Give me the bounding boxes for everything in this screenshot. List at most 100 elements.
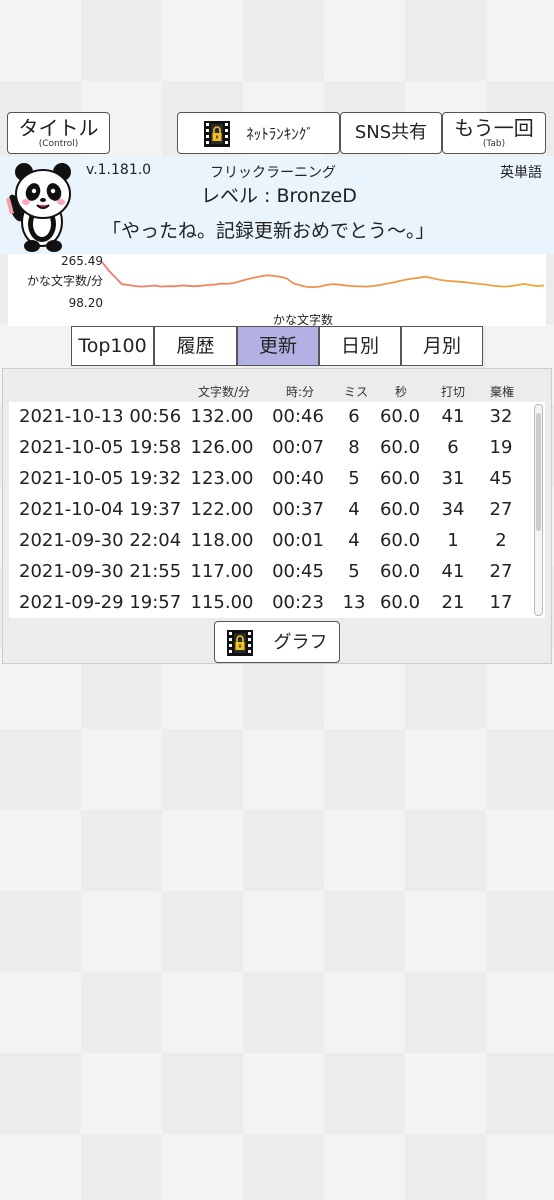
cell-abandon: 19 (489, 437, 513, 458)
cell-cut: 31 (441, 468, 465, 489)
cell-date: 2021-09-29 19:57 (19, 592, 182, 613)
table-row[interactable]: 2021-09-30 22:04 118.00 00:01 4 60.0 1 2 (9, 526, 545, 557)
col-header-abandon: 棄権 (489, 385, 515, 399)
chart-y-min-label: 98.20 (68, 296, 103, 310)
col-header-miss: ミス (343, 385, 369, 399)
tab-monthly[interactable]: 月別 (401, 326, 483, 366)
sns-share-button[interactable]: SNS共有 (340, 112, 442, 154)
cell-time: 00:01 (272, 530, 324, 551)
retry-button-shortcut: (Tab) (482, 139, 506, 149)
cell-miss: 6 (348, 406, 360, 427)
cell-sec: 60.0 (379, 561, 421, 582)
game-title-text: フリックラーニング (210, 165, 336, 181)
title-button[interactable]: タイトル (Control) (7, 112, 110, 154)
cell-cut: 41 (441, 406, 465, 427)
cell-miss: 5 (348, 561, 360, 582)
chart-y-max-label: 265.49 (61, 254, 103, 268)
table-row[interactable]: 2021-10-05 19:58 126.00 00:07 8 60.0 6 19 (9, 433, 545, 464)
scrollbar-thumb[interactable] (536, 413, 541, 531)
chart-series-line (102, 261, 545, 289)
title-button-label: タイトル (18, 116, 99, 140)
col-header-cpm: 文字数/分 (197, 385, 251, 399)
cell-abandon: 45 (489, 468, 513, 489)
cell-miss: 4 (348, 499, 360, 520)
table-row[interactable]: 2021-10-04 19:37 122.00 00:37 4 60.0 34 27 (9, 495, 545, 526)
cell-cpm: 126.00 (190, 437, 254, 458)
col-header-cut: 打切 (440, 385, 466, 399)
tab-updates[interactable]: 更新 (237, 326, 319, 366)
cell-cpm: 132.00 (190, 406, 254, 427)
cell-time: 00:07 (272, 437, 324, 458)
records-scrollbar[interactable] (534, 404, 543, 616)
cell-abandon: 2 (495, 530, 507, 551)
locked-video-icon (227, 629, 254, 656)
cell-sec: 60.0 (379, 530, 421, 551)
cell-cut: 41 (441, 561, 465, 582)
retry-button-label: もう一回 (454, 116, 534, 140)
cell-date: 2021-09-30 21:55 (19, 561, 182, 582)
tab-history[interactable]: 履歴 (154, 326, 237, 366)
tab-top100-label: Top100 (78, 335, 147, 357)
cell-time: 00:23 (272, 592, 324, 613)
cell-sec: 60.0 (379, 468, 421, 489)
cell-miss: 8 (348, 437, 360, 458)
cell-cut: 34 (441, 499, 465, 520)
sns-share-label: SNS共有 (354, 122, 428, 143)
cell-date: 2021-10-04 19:37 (19, 499, 182, 520)
cell-abandon: 27 (489, 499, 513, 520)
table-row[interactable]: 2021-09-29 19:57 115.00 00:23 13 60.0 21 17 (9, 588, 545, 618)
tab-updates-label: 更新 (258, 335, 297, 357)
cell-cut: 6 (447, 437, 459, 458)
tab-monthly-label: 月別 (422, 335, 461, 357)
table-row[interactable]: 2021-10-13 00:56 132.00 00:46 6 60.0 41 32 (9, 402, 545, 433)
cell-sec: 60.0 (379, 406, 421, 427)
result-header: v.1.181.0 フリックラーニング 英単語 レベル : BronzeD 「や… (0, 156, 554, 254)
chart-y-axis-label: かな文字数/分 (26, 274, 103, 288)
cell-date: 2021-10-05 19:58 (19, 437, 182, 458)
cell-date: 2021-09-30 22:04 (19, 530, 182, 551)
col-header-sec: 秒 (394, 385, 408, 399)
cell-abandon: 32 (489, 406, 513, 427)
table-row[interactable]: 2021-10-05 19:32 123.00 00:40 5 60.0 31 45 (9, 464, 545, 495)
cell-time: 00:46 (272, 406, 324, 427)
cell-sec: 60.0 (379, 592, 421, 613)
tab-daily-label: 日別 (340, 335, 379, 357)
chart-plot (102, 261, 545, 289)
cell-cut: 21 (441, 592, 465, 613)
cell-abandon: 27 (489, 561, 513, 582)
panda-mascot (5, 163, 71, 252)
cell-cpm: 123.00 (190, 468, 254, 489)
cell-sec: 60.0 (379, 499, 421, 520)
cell-sec: 60.0 (379, 437, 421, 458)
version-text: v.1.181.0 (86, 162, 152, 178)
cell-cpm: 122.00 (190, 499, 254, 520)
graph-button-label: グラフ (273, 631, 328, 653)
cell-abandon: 17 (489, 592, 513, 613)
tab-daily[interactable]: 日別 (319, 326, 401, 366)
retry-button[interactable]: もう一回 (Tab) (442, 112, 546, 154)
cell-miss: 13 (342, 592, 366, 613)
tab-top100[interactable]: Top100 (71, 326, 154, 366)
cell-miss: 4 (348, 530, 360, 551)
level-text: レベル : BronzeD (201, 185, 357, 207)
cell-time: 00:40 (272, 468, 324, 489)
cell-miss: 5 (348, 468, 360, 489)
message-text: 「やったね。記録更新おめでとう～。」 (102, 220, 435, 242)
records-list[interactable]: 2021-10-13 00:56 132.00 00:46 6 60.0 41 32 2021… (9, 402, 545, 618)
net-ranking-label: ﾈｯﾄﾗﾝｷﾝｸﾞ (246, 124, 314, 143)
cell-cpm: 118.00 (190, 530, 254, 551)
cell-time: 00:45 (272, 561, 324, 582)
table-row[interactable]: 2021-09-30 21:55 117.00 00:45 5 60.0 41 27 (9, 557, 545, 588)
cell-cpm: 117.00 (190, 561, 254, 582)
cell-time: 00:37 (272, 499, 324, 520)
tab-history-label: 履歴 (176, 335, 215, 357)
cell-cut: 1 (447, 530, 459, 551)
graph-button[interactable]: グラフ (214, 621, 340, 663)
title-button-shortcut: (Control) (38, 139, 79, 149)
score-chart: 265.49 かな文字数/分 98.20 かな文字数 (8, 254, 546, 327)
locked-video-icon (204, 120, 231, 147)
cell-date: 2021-10-13 00:56 (19, 406, 182, 427)
mode-text: 英単語 (500, 165, 542, 181)
col-header-time: 時:分 (285, 385, 315, 399)
net-ranking-button[interactable]: ﾈｯﾄﾗﾝｷﾝｸﾞ (177, 112, 340, 154)
